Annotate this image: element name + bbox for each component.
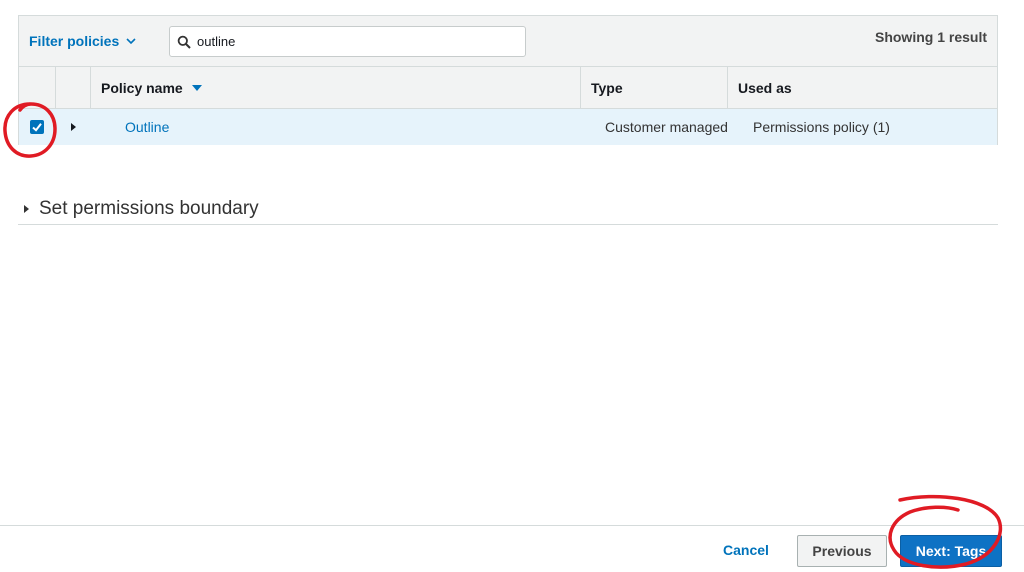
search-box[interactable] xyxy=(169,26,526,57)
table-toolbar: Filter policies Showing 1 result xyxy=(19,16,997,67)
wizard-footer: Cancel Previous Next: Tags xyxy=(0,525,1024,572)
policy-type-cell: Customer managed xyxy=(605,119,728,135)
expand-column-header xyxy=(55,67,90,109)
permissions-boundary-toggle[interactable]: Set permissions boundary xyxy=(18,195,998,225)
column-header-policy-name-label: Policy name xyxy=(101,80,183,96)
filter-policies-label: Filter policies xyxy=(29,33,120,49)
column-header-type[interactable]: Type xyxy=(580,67,727,109)
policy-table-panel: Filter policies Showing 1 result Policy … xyxy=(18,15,998,145)
previous-button[interactable]: Previous xyxy=(797,535,887,567)
policy-name-link[interactable]: Outline xyxy=(125,119,169,135)
checkmark-icon xyxy=(32,123,42,132)
column-header-policy-name[interactable]: Policy name xyxy=(90,67,580,109)
attach-policies-page: Filter policies Showing 1 result Policy … xyxy=(0,0,1024,572)
filter-policies-dropdown[interactable]: Filter policies xyxy=(29,33,137,49)
table-header: Policy name Type Used as xyxy=(19,67,997,109)
chevron-down-icon xyxy=(126,38,136,45)
result-count: Showing 1 result xyxy=(874,29,987,45)
search-input[interactable] xyxy=(197,34,517,49)
cancel-button[interactable]: Cancel xyxy=(723,542,769,558)
select-column-header xyxy=(19,67,55,109)
policy-used-as-cell: Permissions policy (1) xyxy=(753,119,890,135)
next-tags-button[interactable]: Next: Tags xyxy=(900,535,1002,567)
column-header-used-as-label: Used as xyxy=(738,80,792,96)
row-select-checkbox[interactable] xyxy=(30,120,44,134)
column-header-used-as[interactable]: Used as xyxy=(727,67,997,109)
caret-right-icon xyxy=(24,205,29,213)
table-row[interactable]: Outline Customer managed Permissions pol… xyxy=(19,109,997,145)
row-expand-caret-icon[interactable] xyxy=(71,123,76,131)
policy-name-cell: Outline xyxy=(125,109,169,145)
permissions-boundary-label: Set permissions boundary xyxy=(39,198,259,219)
search-icon xyxy=(177,35,191,49)
sort-descending-icon xyxy=(191,85,202,91)
column-header-type-label: Type xyxy=(591,80,623,96)
